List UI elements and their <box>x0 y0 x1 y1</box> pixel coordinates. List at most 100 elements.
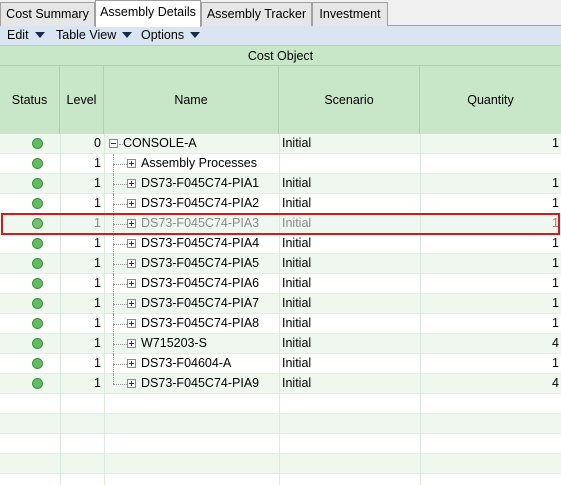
name-cell[interactable]: DS73-F045C74-PIA2 <box>141 194 277 214</box>
expand-icon[interactable] <box>127 239 136 248</box>
table-row[interactable]: 1 W715203-S Initial 4 <box>0 334 561 354</box>
grid-divider <box>104 374 105 394</box>
expand-icon[interactable] <box>127 319 136 328</box>
tree-connector <box>113 204 127 205</box>
name-cell[interactable]: DS73-F045C74-PIA9 <box>141 374 277 394</box>
grid-divider <box>279 294 280 314</box>
expand-icon[interactable] <box>127 379 136 388</box>
edit-menu[interactable]: Edit <box>7 26 45 46</box>
table-row[interactable]: 1 DS73-F045C74-PIA1 Initial 1 <box>0 174 561 194</box>
grid-divider <box>279 474 280 485</box>
level-cell: 1 <box>94 296 101 310</box>
expand-icon[interactable] <box>127 279 136 288</box>
tab-assembly-details[interactable]: Assembly Details <box>95 0 201 27</box>
quantity-cell <box>420 154 559 174</box>
grid-divider <box>279 134 280 154</box>
grid-divider <box>279 194 280 214</box>
quantity-cell: 4 <box>552 336 559 350</box>
grid-divider <box>60 454 61 474</box>
status-indicator-icon <box>32 298 43 309</box>
grid-divider <box>104 294 105 314</box>
grid-divider <box>104 474 105 485</box>
grid-divider <box>279 234 280 254</box>
name-cell[interactable]: CONSOLE-A <box>123 134 277 154</box>
column-header-status[interactable]: Status <box>0 66 60 134</box>
table-row <box>0 474 561 485</box>
expand-icon[interactable] <box>127 359 136 368</box>
expand-icon[interactable] <box>127 179 136 188</box>
table-row[interactable]: 0 CONSOLE-A Initial 1 <box>0 134 561 154</box>
status-indicator-icon <box>32 318 43 329</box>
scenario-cell: Initial <box>282 196 312 210</box>
quantity-cell: 1 <box>552 256 559 270</box>
grid-divider <box>104 414 105 434</box>
expand-icon[interactable] <box>127 259 136 268</box>
table-row[interactable]: 1 DS73-F045C74-PIA7 Initial 1 <box>0 294 561 314</box>
grid-divider <box>420 434 421 454</box>
grid-divider <box>104 154 105 174</box>
name-cell[interactable]: DS73-F04604-A <box>141 354 277 374</box>
tab-investment[interactable]: Investment <box>312 2 388 26</box>
tab-assembly-tracker[interactable]: Assembly Tracker <box>201 2 312 26</box>
table-row <box>0 434 561 454</box>
name-cell[interactable]: W715203-S <box>141 334 277 354</box>
status-indicator-icon <box>32 138 43 149</box>
name-cell[interactable]: DS73-F045C74-PIA7 <box>141 294 277 314</box>
name-cell[interactable]: DS73-F045C74-PIA6 <box>141 274 277 294</box>
quantity-cell: 1 <box>552 176 559 190</box>
grid-divider <box>279 414 280 434</box>
level-cell: 1 <box>94 256 101 270</box>
grid-divider <box>104 454 105 474</box>
expand-icon[interactable] <box>127 199 136 208</box>
table-row <box>0 414 561 434</box>
table-row[interactable]: 1 DS73-F045C74-PIA4 Initial 1 <box>0 234 561 254</box>
tree-connector <box>113 184 127 185</box>
grid-divider <box>279 354 280 374</box>
expand-icon[interactable] <box>127 299 136 308</box>
grid-divider <box>420 474 421 485</box>
table-view-menu[interactable]: Table View <box>56 26 133 46</box>
name-cell[interactable]: DS73-F045C74-PIA1 <box>141 174 277 194</box>
quantity-cell: 1 <box>552 316 559 330</box>
column-header-level[interactable]: Level <box>60 66 104 134</box>
level-cell: 1 <box>94 196 101 210</box>
column-header-scenario[interactable]: Scenario <box>279 66 420 134</box>
grid-divider <box>104 174 105 194</box>
status-indicator-icon <box>32 338 43 349</box>
grid-divider <box>279 274 280 294</box>
grid-divider <box>60 414 61 434</box>
name-cell[interactable]: Assembly Processes <box>141 154 277 174</box>
level-cell: 1 <box>94 376 101 390</box>
table-row[interactable]: 1 DS73-F045C74-PIA9 Initial 4 <box>0 374 561 394</box>
table-row[interactable]: 1 Assembly Processes <box>0 154 561 174</box>
scenario-cell: Initial <box>282 336 312 350</box>
name-cell[interactable]: DS73-F045C74-PIA8 <box>141 314 277 334</box>
grid-divider <box>104 434 105 454</box>
grid-divider <box>420 394 421 414</box>
grid-header: Cost Object Status Level Name Scenario Q… <box>0 46 561 134</box>
tree-connector <box>113 164 127 165</box>
grid-divider <box>104 134 105 154</box>
table-row[interactable]: 1 DS73-F045C74-PIA8 Initial 1 <box>0 314 561 334</box>
expand-icon[interactable] <box>127 339 136 348</box>
column-header-quantity[interactable]: Quantity <box>420 66 561 134</box>
tree-connector <box>113 374 114 384</box>
column-header-name[interactable]: Name <box>104 66 279 134</box>
table-row[interactable]: 1 DS73-F045C74-PIA5 Initial 1 <box>0 254 561 274</box>
table-row[interactable]: 1 DS73-F045C74-PIA6 Initial 1 <box>0 274 561 294</box>
level-cell: 1 <box>94 316 101 330</box>
quantity-cell: 1 <box>552 236 559 250</box>
tab-cost-summary[interactable]: Cost Summary <box>0 2 95 26</box>
options-menu[interactable]: Options <box>141 26 201 46</box>
grid-divider <box>279 434 280 454</box>
name-cell[interactable]: DS73-F045C74-PIA4 <box>141 234 277 254</box>
table-row <box>0 454 561 474</box>
tree-connector <box>113 344 127 345</box>
table-row[interactable]: 1 DS73-F04604-A Initial 1 <box>0 354 561 374</box>
name-cell[interactable]: DS73-F045C74-PIA5 <box>141 254 277 274</box>
collapse-icon[interactable] <box>109 139 118 148</box>
scenario-cell: Initial <box>282 256 312 270</box>
table-view-menu-label: Table View <box>56 28 117 42</box>
expand-icon[interactable] <box>127 159 136 168</box>
table-row[interactable]: 1 DS73-F045C74-PIA2 Initial 1 <box>0 194 561 214</box>
